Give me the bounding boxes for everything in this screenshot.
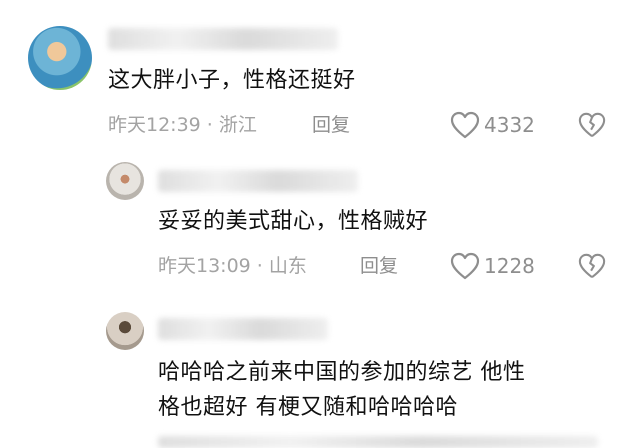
like-button[interactable]: 4332: [450, 111, 535, 139]
commenter-name-blurred[interactable]: [158, 170, 358, 192]
comment-text: 这大胖小子，性格还挺好: [108, 68, 356, 93]
broken-heart-icon[interactable]: [578, 252, 606, 280]
heart-outline-icon: [450, 111, 480, 139]
comment-text: 格也超好 有梗又随和哈哈哈哈: [158, 395, 458, 420]
comment-meta: 昨天12:39 · 浙江: [108, 113, 257, 137]
reply-button[interactable]: 回复: [312, 113, 350, 137]
comment-time: 昨天12:39: [108, 114, 201, 136]
comment-time: 昨天13:09: [158, 255, 251, 277]
comment-meta: 昨天13:09 · 山东: [158, 254, 307, 278]
avatar[interactable]: [106, 312, 144, 350]
comment-location: 浙江: [218, 114, 257, 136]
cut-off-meta-row: [158, 436, 598, 448]
comment-text: 妥妥的美式甜心，性格贼好: [158, 209, 429, 234]
meta-separator: ·: [206, 114, 213, 136]
commenter-name-blurred[interactable]: [158, 318, 328, 340]
broken-heart-icon[interactable]: [578, 111, 606, 139]
like-count: 4332: [484, 113, 535, 137]
comment-text: 哈哈哈之前来中国的参加的综艺 他性: [158, 360, 526, 385]
like-count: 1228: [484, 254, 535, 278]
avatar[interactable]: [106, 162, 144, 200]
commenter-name-blurred[interactable]: [108, 28, 338, 50]
heart-outline-icon: [450, 252, 480, 280]
reply-button[interactable]: 回复: [360, 254, 398, 278]
meta-separator: ·: [256, 255, 263, 277]
like-button[interactable]: 1228: [450, 252, 535, 280]
avatar[interactable]: [28, 26, 92, 90]
comment-location: 山东: [268, 255, 307, 277]
